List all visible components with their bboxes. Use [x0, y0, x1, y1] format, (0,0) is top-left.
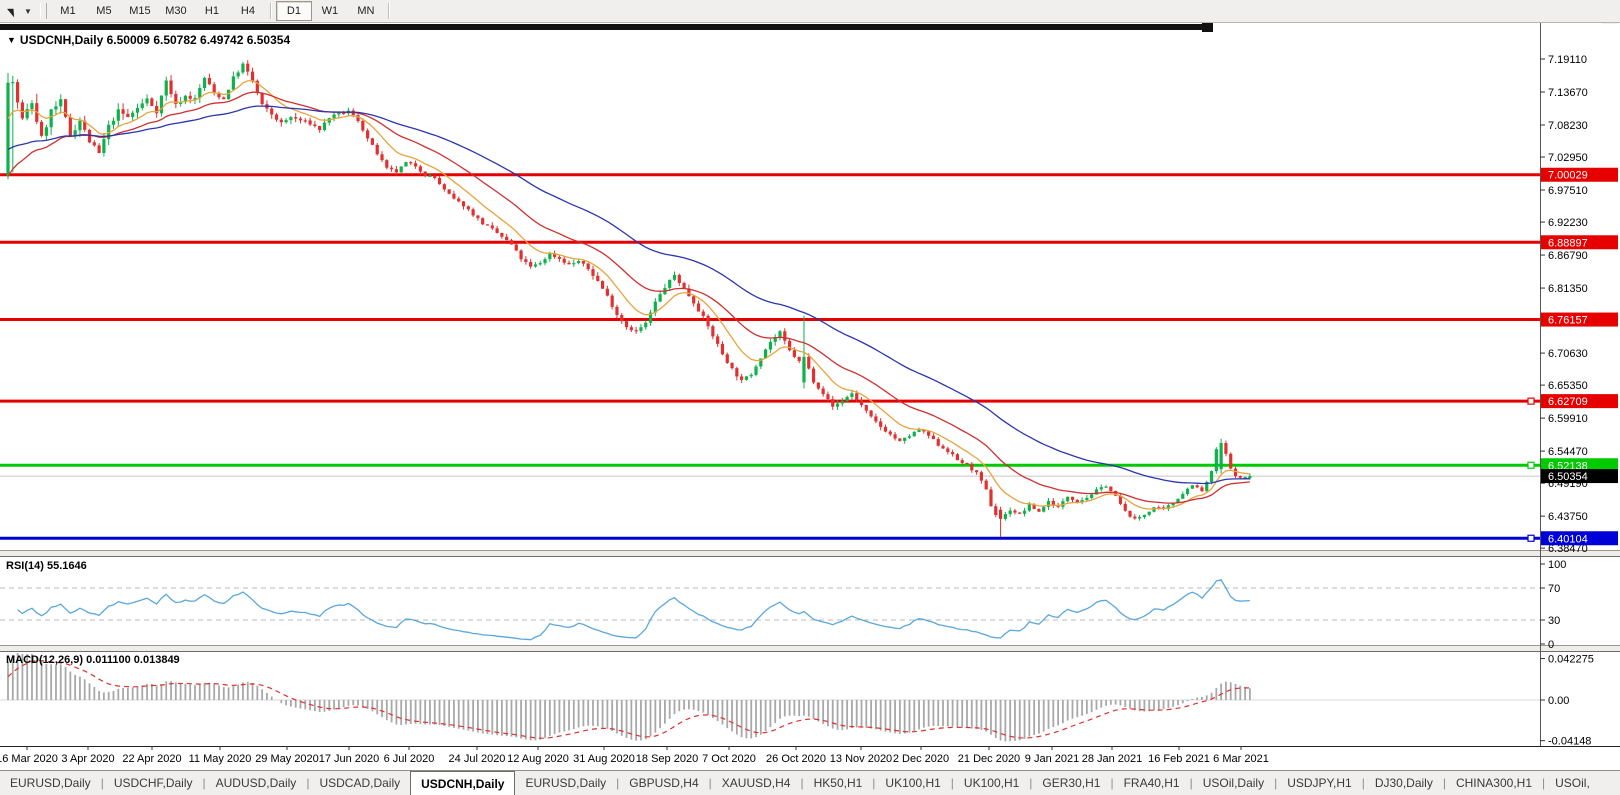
- price-axis-tick: 6.81350: [1548, 283, 1588, 295]
- toolbar-separator: [388, 3, 390, 19]
- chart-tab-uk100-h1[interactable]: UK100,H1: [954, 771, 1029, 795]
- chevron-down-icon[interactable]: ▼: [24, 7, 36, 16]
- price-level-badge: 6.62709: [1548, 396, 1588, 408]
- cursor-pointer-icon[interactable]: [0, 2, 24, 20]
- date-axis-label: 28 Jan 2021: [1082, 753, 1143, 765]
- timeframe-button-w1[interactable]: W1: [312, 1, 348, 21]
- timeframe-button-m15[interactable]: M15: [122, 1, 158, 21]
- price-chart-canvas[interactable]: 7.19110 7.13670 7.08230 7.02950 6.97510 6.922…: [0, 22, 1620, 768]
- rsi-axis-tick: 70: [1548, 583, 1560, 595]
- price-axis-tick: 6.43750: [1548, 511, 1588, 523]
- price-axis-tick: 7.19110: [1548, 54, 1587, 66]
- chart-tab-xauusd-h4[interactable]: XAUUSD,H4: [712, 771, 801, 795]
- chart-title: ▼ USDCNH,Daily 6.50009 6.50782 6.49742 6.…: [7, 33, 290, 47]
- chart-tab-gbpusd-h4[interactable]: GBPUSD,H4: [619, 771, 708, 795]
- date-axis-label: 17 Jun 2020: [319, 753, 380, 765]
- date-axis-label: 6 Jul 2020: [384, 753, 435, 765]
- rsi-indicator-label: RSI(14) 55.1646: [6, 560, 87, 572]
- chart-tab-uk100-h1[interactable]: UK100,H1: [875, 771, 950, 795]
- chart-title-text: USDCNH,Daily 6.50009 6.50782 6.49742 6.5…: [20, 33, 290, 47]
- date-axis-label: 22 Apr 2020: [122, 753, 181, 765]
- chart-tab-usdjpy-h1[interactable]: USDJPY,H1: [1277, 771, 1361, 795]
- chart-tab-usdchf-daily[interactable]: USDCHF,Daily: [104, 771, 203, 795]
- price-axis-tick: 6.86790: [1548, 250, 1588, 262]
- price-level-badge: 6.40104: [1548, 533, 1588, 545]
- timeframe-button-m30[interactable]: M30: [158, 1, 194, 21]
- chart-tab-eurusd-daily[interactable]: EURUSD,Daily: [515, 771, 616, 795]
- chart-tab-fra40-h1[interactable]: FRA40,H1: [1114, 771, 1190, 795]
- price-axis-tick: 7.13670: [1548, 87, 1588, 99]
- macd-axis-tick: 0.00: [1548, 695, 1569, 707]
- date-axis-label: 16 Mar 2020: [0, 753, 58, 765]
- chart-dropdown-triangle-icon[interactable]: ▼: [7, 35, 16, 45]
- date-axis-label: 26 Oct 2020: [766, 753, 826, 765]
- chart-tab-hk50-h1[interactable]: HK50,H1: [804, 771, 873, 795]
- timeframe-button-h1[interactable]: H1: [194, 1, 230, 21]
- rsi-axis-tick: 100: [1548, 559, 1566, 571]
- macd-indicator-label: MACD(12,26,9) 0.011100 0.013849: [6, 654, 180, 666]
- date-axis-label: 2 Dec 2020: [893, 753, 949, 765]
- date-axis-label: 16 Feb 2021: [1148, 753, 1210, 765]
- chart-tab-eurusd-daily[interactable]: EURUSD,Daily: [0, 771, 101, 795]
- price-level-badge: 7.00029: [1548, 170, 1588, 182]
- timeframe-button-h4[interactable]: H4: [230, 1, 266, 21]
- timeframe-button-mn[interactable]: MN: [348, 1, 384, 21]
- price-axis-tick: 6.92230: [1548, 217, 1588, 229]
- timeframe-button-d1[interactable]: D1: [276, 1, 312, 21]
- date-axis-label: 3 Apr 2020: [61, 753, 114, 765]
- chart-tab-audusd-daily[interactable]: AUDUSD,Daily: [206, 771, 307, 795]
- date-axis-label: 11 May 2020: [189, 753, 252, 765]
- rsi-axis-tick: 0: [1548, 639, 1554, 651]
- price-axis-tick: 6.54470: [1548, 446, 1588, 458]
- timeframe-button-m5[interactable]: M5: [86, 1, 122, 21]
- price-level-badge: 6.50354: [1548, 471, 1588, 483]
- date-axis-label: 31 Aug 2020: [573, 753, 635, 765]
- price-level-badge: 6.88897: [1548, 237, 1588, 249]
- date-axis-label: 7 Oct 2020: [702, 753, 756, 765]
- price-level-badge: 6.76157: [1548, 315, 1588, 327]
- macd-axis-tick: 0.042275: [1548, 654, 1594, 666]
- date-axis-label: 18 Sep 2020: [636, 753, 698, 765]
- chart-tab-usdcnh-daily[interactable]: USDCNH,Daily: [410, 771, 515, 795]
- chart-tab-dj30-daily[interactable]: DJ30,Daily: [1365, 771, 1443, 795]
- chart-tab-china300-h1[interactable]: CHINA300,H1: [1446, 771, 1542, 795]
- chart-window[interactable]: ▼ USDCNH,Daily 6.50009 6.50782 6.49742 6.…: [0, 22, 1620, 768]
- price-axis-tick: 6.97510: [1548, 185, 1588, 197]
- timeframe-toolbar: ▼ M1M5M15M30H1H4 D1W1MN: [0, 0, 1620, 23]
- price-axis-tick: 7.08230: [1548, 120, 1588, 132]
- timeframe-button-m1[interactable]: M1: [50, 1, 86, 21]
- toolbar-grip: [40, 3, 47, 19]
- chart-tab-usoil-daily[interactable]: USOil,Daily: [1193, 771, 1274, 795]
- date-axis-label: 21 Dec 2020: [958, 753, 1020, 765]
- date-axis-label: 12 Aug 2020: [507, 753, 569, 765]
- macd-axis-tick: -0.04148: [1548, 736, 1591, 748]
- chart-tab-ger30-h1[interactable]: GER30,H1: [1032, 771, 1110, 795]
- chart-tab-usoil[interactable]: USOil,: [1545, 771, 1600, 795]
- chart-tab-usdcad-daily[interactable]: USDCAD,Daily: [309, 771, 410, 795]
- price-axis-tick: 7.02950: [1548, 152, 1588, 164]
- date-axis-label: 9 Jan 2021: [1025, 753, 1079, 765]
- price-axis-tick: 6.59910: [1548, 413, 1588, 425]
- date-axis-label: 24 Jul 2020: [449, 753, 506, 765]
- rsi-axis-tick: 30: [1548, 615, 1560, 627]
- chart-tab-bar: EURUSD,Daily|USDCHF,Daily|AUDUSD,Daily|U…: [0, 770, 1620, 795]
- date-axis-label: 6 Mar 2021: [1213, 753, 1269, 765]
- date-axis-label: 29 May 2020: [255, 753, 319, 765]
- price-axis-tick: 6.65350: [1548, 380, 1588, 392]
- price-axis-tick: 6.70630: [1548, 348, 1588, 360]
- toolbar-separator: [270, 3, 272, 19]
- date-axis-label: 13 Nov 2020: [830, 753, 892, 765]
